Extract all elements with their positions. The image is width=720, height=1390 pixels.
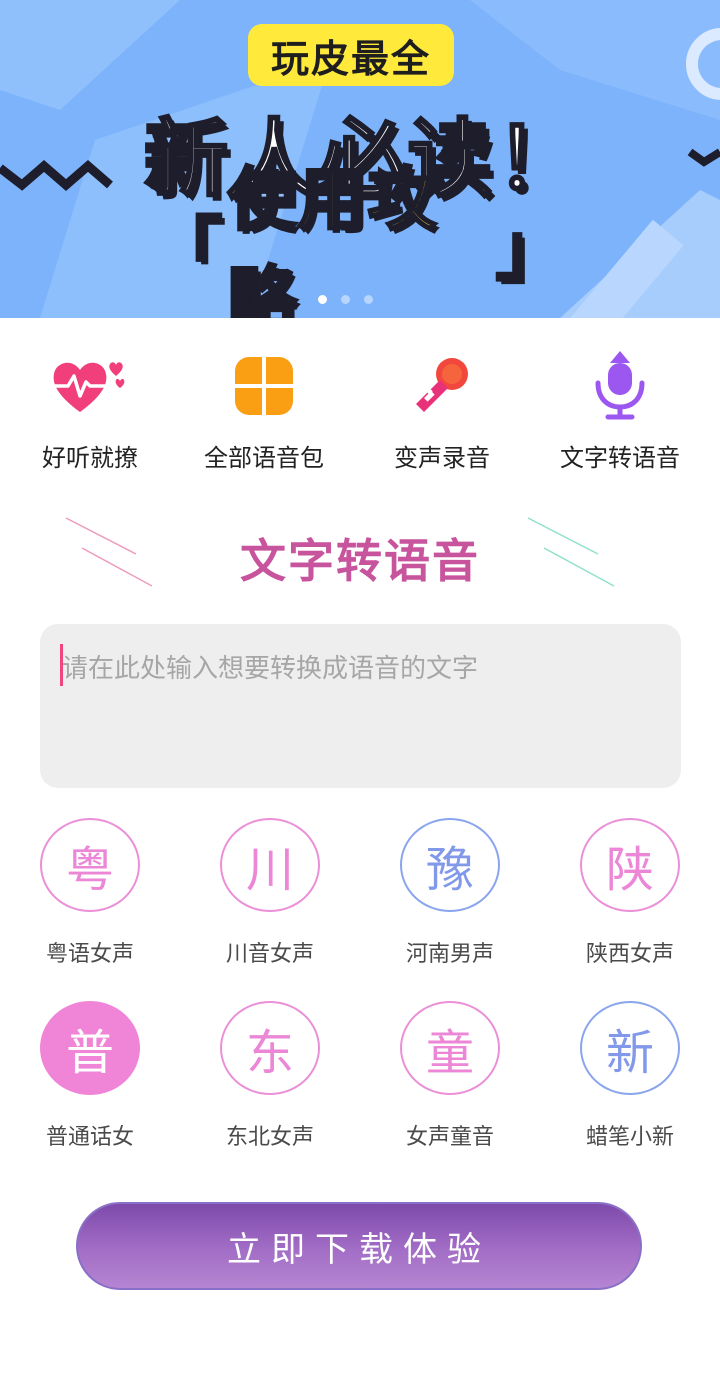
voice-label: 陕西女声 xyxy=(585,942,674,967)
voice-badge: 新 xyxy=(580,1001,680,1095)
voice-label: 粤语女声 xyxy=(45,942,134,967)
voice-badge: 童 xyxy=(400,1001,500,1095)
voice-badge: 东 xyxy=(220,1001,320,1095)
voice-option-child[interactable]: 童 女声童音 xyxy=(360,1001,540,1151)
text-caret xyxy=(60,644,63,686)
four-petal-grid-icon xyxy=(224,350,304,422)
voice-label: 川音女声 xyxy=(225,942,314,967)
subtitle-open-bracket: 「 xyxy=(152,209,225,291)
voice-badge: 川 xyxy=(220,818,320,912)
heart-pulse-icon xyxy=(50,350,130,422)
voice-option-cantonese[interactable]: 粤 粤语女声 xyxy=(0,818,180,968)
voice-label: 河南男声 xyxy=(405,942,494,967)
voice-badge: 豫 xyxy=(400,818,500,912)
section-title: 文字转语音 xyxy=(240,534,480,588)
carousel-dot-1[interactable] xyxy=(318,295,327,304)
microphone-icon xyxy=(580,350,660,422)
nav-label: 全部语音包 xyxy=(204,444,324,472)
voice-label: 普通话女 xyxy=(45,1125,134,1150)
voice-badge: 陕 xyxy=(580,818,680,912)
nav-item-all-packs[interactable]: 全部语音包 xyxy=(174,350,354,480)
voice-label: 女声童音 xyxy=(405,1125,494,1150)
text-input[interactable] xyxy=(40,624,681,788)
banner-tag: 玩皮最全 xyxy=(248,24,454,86)
download-button[interactable]: 立即下载体验 xyxy=(76,1202,642,1290)
voice-label: 东北女声 xyxy=(225,1125,314,1150)
voice-badge: 粤 xyxy=(40,818,140,912)
carousel-indicator xyxy=(318,295,373,304)
nav-item-text-to-speech[interactable]: 文字转语音 xyxy=(530,350,710,480)
karaoke-mic-icon xyxy=(402,350,482,422)
nav-label: 文字转语音 xyxy=(560,444,680,472)
banner-subtitle: 「 使用攻略 」 xyxy=(150,160,570,319)
voice-option-sichuan[interactable]: 川 川音女声 xyxy=(180,818,360,968)
voice-option-henan[interactable]: 豫 河南男声 xyxy=(360,818,540,968)
carousel-dot-2[interactable] xyxy=(341,295,350,304)
subtitle-close-bracket: 」 xyxy=(494,209,566,291)
voice-option-northeast[interactable]: 东 东北女声 xyxy=(180,1001,360,1151)
voice-option-crayon-shin[interactable]: 新 蜡笔小新 xyxy=(540,1001,720,1151)
nav-label: 好听就撩 xyxy=(42,444,138,472)
promo-banner[interactable]: 玩皮最全 新人必读！ 「 使用攻略 」 xyxy=(0,0,720,318)
nav-item-good-sounds[interactable]: 好听就撩 xyxy=(0,350,180,480)
nav-item-voice-change[interactable]: 变声录音 xyxy=(352,350,532,480)
subtitle-text: 使用攻略 xyxy=(227,160,439,319)
quick-nav: 好听就撩 全部语音包 变声录音 文字转语音 xyxy=(0,350,720,480)
voice-badge: 普 xyxy=(40,1001,140,1095)
voice-label: 蜡笔小新 xyxy=(585,1125,674,1150)
voice-option-shaanxi[interactable]: 陕 陕西女声 xyxy=(540,818,720,968)
carousel-dot-3[interactable] xyxy=(364,295,373,304)
nav-label: 变声录音 xyxy=(394,444,490,472)
voice-option-mandarin[interactable]: 普 普通话女 xyxy=(0,1001,180,1151)
